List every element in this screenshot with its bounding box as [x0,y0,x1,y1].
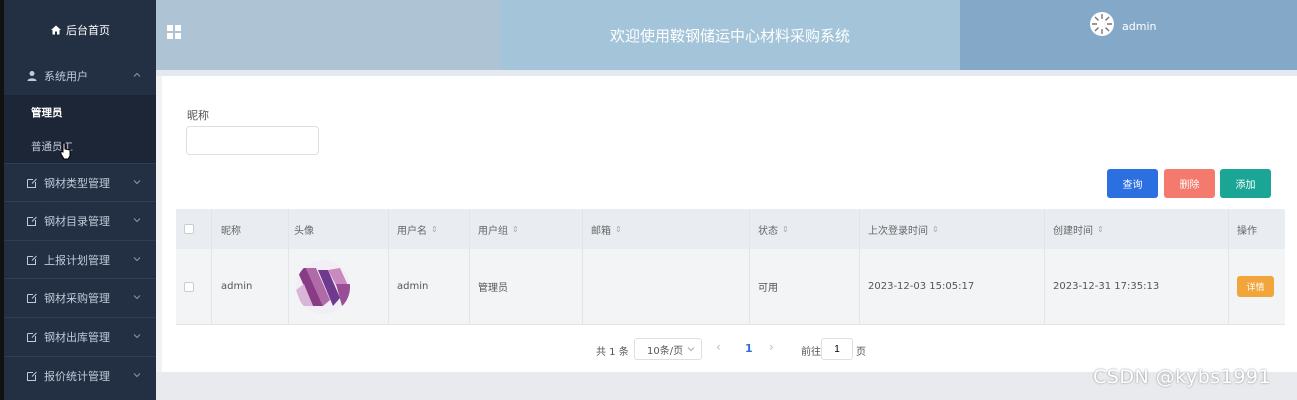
home-icon [50,24,62,36]
sidebar-item-steel-catalog[interactable]: 钢材目录管理 [4,201,156,239]
sidebar-item-steel-types[interactable]: 钢材类型管理 [4,163,156,201]
goto-page-input[interactable] [821,338,853,360]
cell-last-login: 2023-12-03 15:05:17 [860,249,1045,324]
column-label: 邮箱 [591,225,611,237]
sidebar-home-label: 后台首页 [66,24,110,37]
column-label: 创建时间 [1053,225,1093,237]
chevron-down-icon [133,334,141,339]
cell-username: admin [389,249,470,324]
sidebar-item-steel-outbound[interactable]: 钢材出库管理 [4,317,156,355]
sidebar-item-report-plan[interactable]: 上报计划管理 [4,240,156,278]
sidebar-item-label: 钢材出库管理 [44,330,110,344]
goto-label: 前往 [801,347,821,358]
cell-nickname: admin [212,249,289,324]
pointer-cursor-icon [60,142,71,160]
sidebar-item-system-users[interactable]: 系统用户 [4,57,156,95]
add-button[interactable]: 添加 [1220,169,1271,198]
sidebar-item-quote-stats[interactable]: 报价统计管理 [4,356,156,394]
edit-icon [26,215,38,227]
sidebar-item-label: 钢材类型管理 [44,176,110,190]
column-label: 昵称 [221,225,241,237]
column-header[interactable]: 状态 ⇕ [750,209,860,249]
sidebar-item-label: 报价统计管理 [44,369,110,383]
page-suffix: 页 [856,347,866,358]
table-row[interactable]: admin admin 管理员 可用 2023-12-03 15:05:17 2… [176,249,1285,325]
edit-icon [26,331,38,343]
cell-avatar [289,249,389,324]
nickname-label: 昵称 [187,109,209,122]
sort-icon[interactable]: ⇕ [615,225,622,234]
current-page[interactable]: 1 [745,342,753,355]
grid-menu-icon[interactable] [166,24,182,40]
sort-icon[interactable]: ⇕ [1097,225,1104,234]
edit-icon [26,370,38,382]
row-checkbox[interactable] [184,281,194,292]
next-page-icon[interactable]: › [769,340,779,354]
column-label: 状态 [758,225,778,237]
sort-icon[interactable]: ⇕ [782,225,789,234]
chevron-down-icon [133,373,141,378]
sort-icon[interactable]: ⇕ [431,225,438,234]
query-button[interactable]: 查询 [1107,169,1158,198]
top-header: 欢迎使用鞍钢储运中心材料采购系统 admin [156,0,1297,70]
chevron-down-icon [133,180,141,185]
sidebar-sub-label: 管理员 [31,106,63,119]
column-header: 昵称 [212,209,289,249]
sidebar-item-label: 上报计划管理 [44,253,110,267]
column-header[interactable]: 邮箱 ⇕ [583,209,750,249]
cell-actions: 详情 [1229,249,1285,324]
sidebar-item-home[interactable]: 后台首页 [4,0,156,60]
edit-icon [26,254,38,266]
chevron-down-icon [133,295,141,300]
row-select[interactable] [176,249,212,324]
column-header[interactable]: 上次登录时间 ⇕ [860,209,1045,249]
cell-created: 2023-12-31 17:35:13 [1045,249,1229,324]
column-label: 操作 [1237,225,1257,237]
sidebar-item-staff[interactable]: 普通员工 [4,129,156,163]
chevron-down-icon [133,218,141,223]
chevron-up-icon [133,72,141,77]
watermark: CSDN @kybs1991 [1093,366,1272,388]
header-segment [960,0,1297,70]
user-icon [26,70,38,82]
page-size-value: 10条/页 [647,345,684,357]
sidebar-item-label: 钢材目录管理 [44,214,110,228]
column-label: 用户名 [397,225,427,237]
column-header[interactable]: 用户名 ⇕ [389,209,470,249]
sort-icon[interactable]: ⇕ [932,225,939,234]
cell-group: 管理员 [470,249,583,324]
avatar-image [296,259,350,314]
column-header: 头像 [289,209,389,249]
pagination-total: 共 1 条 [596,347,629,358]
cell-email [583,249,750,324]
sort-icon[interactable]: ⇕ [512,225,519,234]
edit-icon [26,177,38,189]
chevron-down-icon [133,257,141,262]
cell-status: 可用 [750,249,860,324]
select-all-checkbox[interactable] [184,224,194,234]
detail-button[interactable]: 详情 [1237,276,1274,297]
column-label: 用户组 [478,225,508,237]
delete-button[interactable]: 删除 [1164,169,1215,198]
column-header[interactable]: 用户组 ⇕ [470,209,583,249]
chevron-down-icon [687,347,695,352]
sidebar-item-admin[interactable]: 管理员 [4,95,156,129]
header-select-all[interactable] [176,209,212,249]
edit-icon [26,292,38,304]
column-header: 操作 [1229,209,1285,249]
column-label: 头像 [294,225,314,237]
sidebar-item-label: 钢材采购管理 [44,291,110,305]
table-header: 昵称 头像 用户名 ⇕ 用户组 ⇕ 邮箱 ⇕ 状态 ⇕ 上次登录时间 ⇕ 创建时间 ⇕ 操作 [176,209,1285,249]
column-label: 上次登录时间 [868,225,928,237]
header-segment [156,0,500,70]
sidebar-item-steel-purchase[interactable]: 钢材采购管理 [4,278,156,316]
sidebar-item-label: 系统用户 [44,70,88,83]
page-size-select[interactable]: 10条/页 [634,338,702,360]
prev-page-icon[interactable]: ‹ [716,340,726,354]
page-title: 欢迎使用鞍钢储运中心材料采购系统 [609,26,850,45]
user-avatar-icon[interactable] [1090,12,1114,36]
nickname-input[interactable] [186,126,319,155]
header-username[interactable]: admin [1122,20,1156,33]
column-header[interactable]: 创建时间 ⇕ [1045,209,1229,249]
